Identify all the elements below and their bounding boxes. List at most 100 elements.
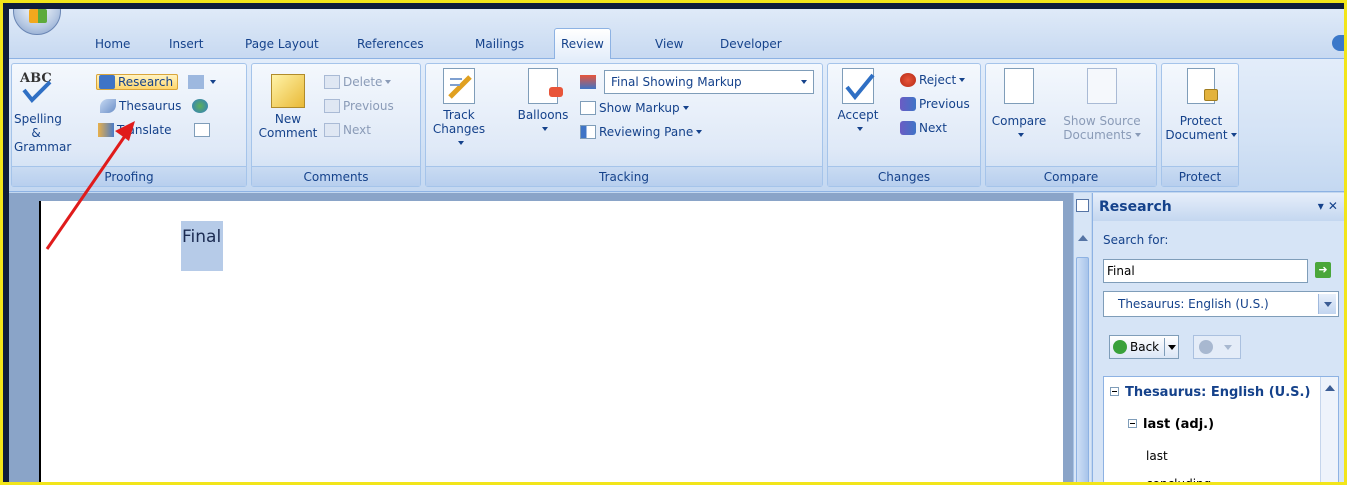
show-source-label: Show Source	[1063, 114, 1141, 128]
protect-document-button[interactable]: Protect Document	[1164, 68, 1238, 142]
tab-view[interactable]: View	[649, 31, 689, 57]
reviewing-pane-label: Reviewing Pane	[599, 125, 694, 139]
track-label: Track	[443, 108, 475, 122]
forward-history-dropdown-icon	[1224, 345, 1232, 350]
language-button[interactable]	[192, 96, 211, 116]
group-proofing: ABC Spelling & Grammar Research Thesauru…	[11, 63, 247, 187]
translate-label: Translate	[117, 123, 172, 137]
next-comment-button[interactable]: Next	[324, 120, 371, 140]
reviewing-pane-button[interactable]: Reviewing Pane	[580, 122, 703, 142]
previous-change-button[interactable]: Previous	[900, 94, 970, 114]
show-markup-icon	[580, 101, 596, 115]
comment-label: Comment	[258, 126, 318, 140]
results-sense[interactable]: last (adj.)	[1128, 417, 1214, 432]
show-source-documents-button[interactable]: Show Source Documents	[1052, 68, 1152, 142]
tab-references[interactable]: References	[351, 31, 430, 57]
tab-mailings[interactable]: Mailings	[469, 31, 530, 57]
changes-group-label: Changes	[828, 166, 980, 186]
spelling-label: Spelling &	[14, 112, 62, 140]
forward-button[interactable]	[1193, 335, 1241, 359]
ribbon: ABC Spelling & Grammar Research Thesauru…	[9, 59, 1344, 192]
abc-check-icon: ABC	[16, 68, 56, 108]
tab-page-layout[interactable]: Page Layout	[239, 31, 325, 57]
next-label: Next	[343, 123, 371, 137]
abc-123-button[interactable]	[194, 120, 213, 140]
search-for-label: Search for:	[1103, 233, 1169, 247]
results-scrollbar[interactable]	[1320, 377, 1338, 482]
tab-review[interactable]: Review	[554, 28, 611, 60]
start-searching-arrow-icon[interactable]: ➜	[1315, 262, 1331, 278]
show-markup-label: Show Markup	[599, 101, 680, 115]
back-history-dropdown-icon[interactable]	[1168, 345, 1176, 350]
collapse-box-icon[interactable]	[1110, 387, 1119, 396]
scroll-up-arrow-icon[interactable]	[1078, 235, 1088, 241]
track-changes-button[interactable]: Track Changes	[430, 68, 488, 150]
display-for-review-icon-wrap	[580, 72, 599, 92]
reject-button[interactable]: Reject	[900, 70, 966, 90]
word-count-button[interactable]	[188, 72, 216, 92]
research-button[interactable]: Research	[96, 72, 179, 92]
balloons-label: Balloons	[517, 108, 569, 122]
reference-source-dropdown[interactable]: Thesaurus: English (U.S.)	[1103, 291, 1339, 317]
scroll-up-arrow-icon[interactable]	[1325, 385, 1335, 391]
new-comment-button[interactable]: New Comment	[256, 68, 320, 140]
accept-label: Accept	[837, 108, 879, 122]
screenshot-frame: Home Insert Page Layout References Maili…	[0, 0, 1347, 485]
back-label: Back	[1130, 340, 1160, 354]
document-page[interactable]: Final	[39, 201, 1063, 482]
translate-button[interactable]: Translate	[98, 120, 172, 140]
office-button[interactable]	[13, 9, 61, 35]
reject-label: Reject	[919, 73, 957, 87]
delete-comment-button[interactable]: Delete	[324, 72, 392, 92]
results-heading-label: Thesaurus: English (U.S.)	[1125, 385, 1311, 400]
display-for-review-icon	[580, 75, 596, 89]
spelling-grammar-button[interactable]: ABC Spelling & Grammar	[14, 68, 72, 154]
back-arrow-icon	[1113, 340, 1127, 354]
compare-group-label: Compare	[986, 166, 1156, 186]
document-label: Document	[1165, 128, 1228, 142]
delete-label: Delete	[343, 75, 383, 89]
document-vertical-scrollbar[interactable]	[1073, 193, 1091, 482]
previous-change-label: Previous	[919, 97, 970, 111]
previous-comment-button[interactable]: Previous	[324, 96, 394, 116]
grammar-label: Grammar	[14, 140, 72, 154]
tab-developer[interactable]: Developer	[714, 31, 788, 57]
results-heading[interactable]: Thesaurus: English (U.S.)	[1110, 385, 1310, 400]
next-comment-icon	[324, 123, 340, 137]
thesaurus-label: Thesaurus	[119, 99, 182, 113]
dropdown-arrow-icon[interactable]	[1318, 294, 1336, 314]
selected-word[interactable]: Final	[182, 227, 221, 247]
tracking-group-label: Tracking	[426, 166, 822, 186]
accept-button[interactable]: Accept	[830, 68, 886, 136]
collapse-box-icon[interactable]	[1128, 419, 1137, 428]
research-pane: Research ▾ ✕ Search for: ➜ Thesaurus: En…	[1092, 193, 1344, 482]
compare-button[interactable]: Compare	[988, 68, 1050, 142]
research-results-list: Thesaurus: English (U.S.) last (adj.) la…	[1103, 376, 1339, 482]
research-book-icon	[99, 75, 115, 89]
thesaurus-icon	[100, 99, 116, 113]
reviewing-pane-icon	[580, 125, 596, 139]
balloons-button[interactable]: Balloons	[510, 68, 576, 136]
scrollbar-thumb[interactable]	[1076, 257, 1089, 482]
next-change-button[interactable]: Next	[900, 118, 947, 138]
tab-insert[interactable]: Insert	[163, 31, 209, 57]
tab-home[interactable]: Home	[89, 31, 136, 57]
search-input[interactable]	[1103, 259, 1308, 283]
display-for-review-dropdown[interactable]: Final Showing Markup	[604, 70, 814, 94]
show-markup-button[interactable]: Show Markup	[580, 98, 689, 118]
word-count-icon	[188, 75, 204, 89]
office-logo-icon	[29, 9, 47, 23]
result-word[interactable]: last	[1146, 449, 1168, 463]
pane-options-close-icon[interactable]: ▾ ✕	[1318, 199, 1338, 213]
previous-label: Previous	[343, 99, 394, 113]
back-button[interactable]: Back	[1109, 335, 1179, 359]
help-icon[interactable]	[1332, 35, 1344, 51]
thesaurus-button[interactable]: Thesaurus	[100, 96, 181, 116]
changes-label: Changes	[432, 122, 486, 136]
view-ruler-icon[interactable]	[1076, 199, 1089, 212]
translate-icon	[98, 123, 114, 137]
sense-label: last (adj.)	[1143, 417, 1215, 432]
proofing-group-label: Proofing	[12, 166, 246, 186]
new-label: New	[274, 112, 302, 126]
result-word[interactable]: concluding	[1146, 477, 1211, 482]
